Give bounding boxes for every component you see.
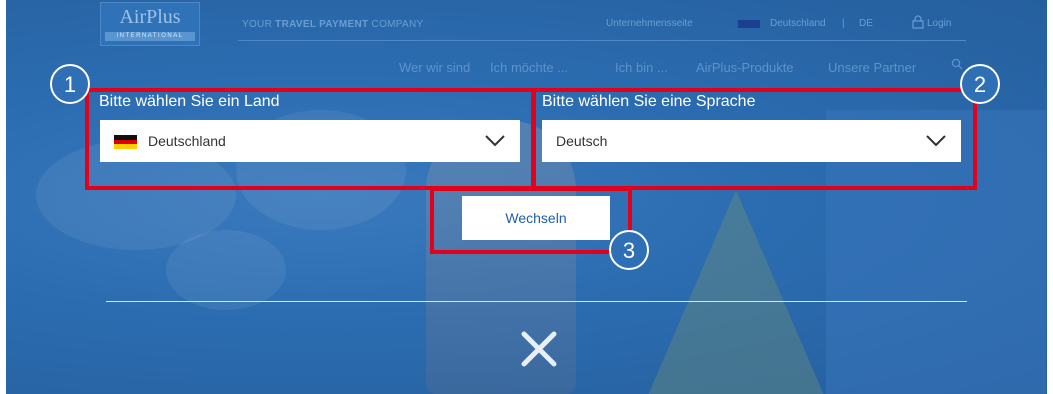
nav-item-airplus-produkte[interactable]: AirPlus-Produkte [696,60,794,75]
map-continent-shape [166,230,286,310]
background-logo-shape [646,190,826,394]
annotation-box-language [532,88,977,190]
airplus-logo[interactable]: AirPlus INTERNATIONAL [100,2,200,46]
tagline-bold: TRAVEL PAYMENT [275,19,369,30]
country-flag-icon [738,20,760,28]
language-overlay: AirPlus INTERNATIONAL YOUR TRAVEL PAYMEN… [6,0,1047,394]
annotation-marker-3: 3 [609,230,649,270]
header-divider [238,40,966,41]
tagline-prefix: YOUR [242,19,276,30]
screenshot-frame: AirPlus INTERNATIONAL YOUR TRAVEL PAYMEN… [0,0,1053,394]
login-link[interactable]: Login [927,18,951,29]
nav-item-ich-moechte[interactable]: Ich möchte ... [490,60,568,75]
nav-item-ich-bin[interactable]: Ich bin ... [615,60,668,75]
language-link[interactable]: DE [859,18,873,29]
annotation-marker-1: 1 [50,64,90,104]
tagline: YOUR TRAVEL PAYMENT COMPANY [242,19,423,30]
util-separator: | [842,18,845,29]
annotation-box-country [85,88,535,190]
brand-subtitle: INTERNATIONAL [105,32,195,41]
tagline-suffix: COMPANY [368,19,424,30]
nav-item-wer-wir-sind[interactable]: Wer wir sind [399,60,470,75]
lock-icon[interactable] [912,15,924,32]
close-icon[interactable] [520,330,558,368]
nav-item-unsere-partner[interactable]: Unsere Partner [828,60,916,75]
company-site-link[interactable]: Unternehmensseite [606,18,693,29]
annotation-box-button [430,187,632,254]
brand-name: AirPlus [119,6,181,28]
search-icon[interactable] [951,58,963,73]
section-divider [106,301,967,302]
country-link[interactable]: Deutschland [770,18,826,29]
annotation-marker-2: 2 [960,64,1000,104]
